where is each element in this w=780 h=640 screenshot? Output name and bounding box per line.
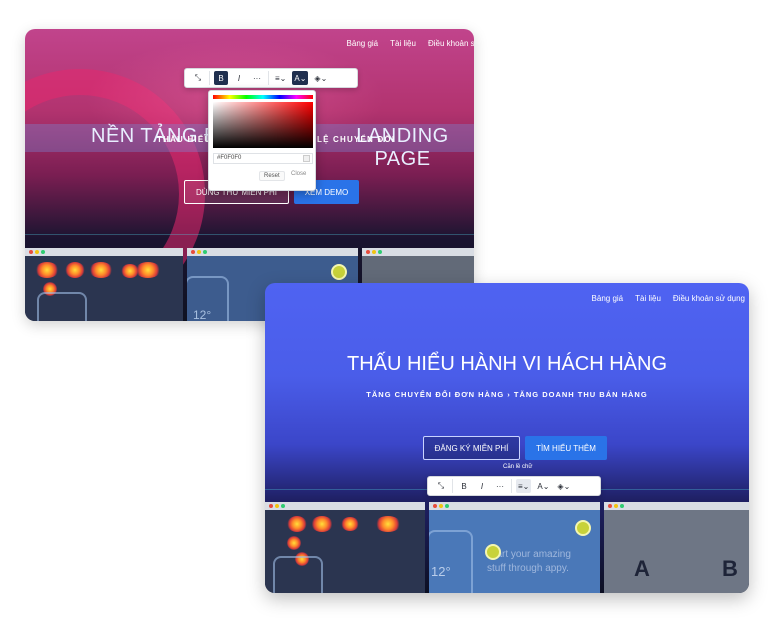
chevron-down-icon: ⌄: [320, 73, 328, 83]
chevron-down-icon: ⌄: [542, 481, 550, 491]
phone-outline: [37, 292, 87, 321]
hex-value: #F0F0F0: [217, 155, 242, 161]
fill-color-dropdown[interactable]: ◈ ⌄: [555, 479, 572, 493]
resize-icon[interactable]: ⤡: [434, 479, 448, 493]
signup-free-button[interactable]: ĐĂNG KÝ MIỄN PHÍ: [423, 436, 520, 460]
click-marker: [485, 544, 501, 560]
heat-spot: [135, 262, 161, 278]
heat-spot: [311, 516, 333, 532]
thumb-titlebar: [362, 248, 474, 256]
align-dropdown[interactable]: ≡ ⌄: [273, 71, 288, 85]
font-color-dropdown[interactable]: A ⌄: [535, 479, 551, 493]
more-button[interactable]: ···: [250, 71, 264, 85]
toolbar-separator: [268, 71, 269, 85]
heat-spot: [341, 517, 359, 531]
temperature-label: 12°: [193, 308, 212, 321]
thumb-titlebar: [265, 502, 425, 510]
close-button[interactable]: Close: [291, 171, 306, 177]
temperature-label: 12°: [431, 564, 451, 579]
italic-button[interactable]: I: [475, 479, 489, 493]
hero-title[interactable]: THẤU HIỂU HÀNH VI HÁCH HÀNG: [265, 353, 749, 376]
reset-button[interactable]: Reset: [259, 171, 285, 181]
mobile-thumbnail: 12° Start your amazing stuff through app…: [429, 502, 600, 593]
hero-title-right: LANDING PAGE: [356, 125, 449, 170]
variant-b-label: B: [722, 556, 738, 581]
fill-color-dropdown[interactable]: ◈ ⌄: [312, 71, 329, 85]
toolbar-separator: [511, 479, 512, 493]
hex-input[interactable]: #F0F0F0: [213, 153, 313, 164]
saturation-value-area[interactable]: [213, 102, 313, 148]
variant-a-label: A: [634, 556, 650, 581]
toolbar-separator: [209, 71, 210, 85]
thumb-titlebar: [25, 248, 183, 256]
toolbar-separator: [452, 479, 453, 493]
thumb-titlebar: [429, 502, 600, 510]
nav-link-terms[interactable]: Điều khoản sử: [428, 39, 474, 48]
nav-link-docs[interactable]: Tài liệu: [635, 294, 661, 303]
chevron-down-icon: ⌄: [299, 73, 307, 83]
align-dropdown[interactable]: ≡ ⌄: [516, 479, 532, 493]
nav-link-docs[interactable]: Tài liệu: [390, 39, 416, 48]
heat-spot: [35, 262, 59, 278]
nav-link-pricing[interactable]: Bảng giá: [592, 294, 624, 303]
back-format-toolbar: ⤡ B I ··· ≡ ⌄ A ⌄ ◈ ⌄: [184, 68, 358, 88]
learn-more-button[interactable]: TÌM HIỂU THÊM: [525, 436, 607, 460]
click-marker: [575, 520, 591, 536]
font-color-dropdown[interactable]: A ⌄: [292, 71, 309, 85]
heat-spot: [375, 516, 401, 532]
color-picker-popover: #F0F0F0 Reset Close: [208, 90, 316, 191]
nav-link-pricing[interactable]: Bảng giá: [347, 39, 379, 48]
color-swatch: [303, 155, 310, 162]
heatmap-thumbnail: [265, 502, 425, 593]
phone-outline: [273, 556, 323, 593]
click-marker: [331, 264, 347, 280]
chevron-down-icon: ⌄: [522, 481, 530, 491]
phone-outline: [429, 530, 473, 593]
chevron-down-icon: ⌄: [279, 73, 287, 83]
hue-slider[interactable]: [213, 95, 313, 99]
front-nav: Bảng giá Tài liệu Điều khoản sử dụng: [592, 294, 745, 303]
heat-spot: [89, 262, 113, 278]
heat-spot: [287, 516, 307, 532]
italic-button[interactable]: I: [232, 71, 246, 85]
divider: [25, 234, 474, 235]
thumb-titlebar: [187, 248, 358, 256]
more-button[interactable]: ···: [493, 479, 507, 493]
heat-spot: [287, 536, 301, 550]
heatmap-thumbnail: [25, 248, 183, 321]
align-tooltip: Căn lề chữ: [503, 464, 533, 470]
stage: Bảng giá Tài liệu Điều khoản sử NỀN TẢNG…: [0, 0, 780, 640]
nav-link-terms[interactable]: Điều khoản sử dụng: [673, 294, 745, 303]
bold-button[interactable]: B: [457, 479, 471, 493]
hero-subtitle-left: THẤU HIỂU: [157, 135, 212, 144]
thumb-caption-line: stuff through appy.: [487, 563, 569, 574]
resize-icon[interactable]: ⤡: [191, 71, 205, 85]
back-nav: Bảng giá Tài liệu Điều khoản sử: [347, 39, 474, 48]
heat-spot: [65, 262, 85, 278]
front-format-toolbar: ⤡ B I ··· ≡ ⌄ A ⌄ ◈ ⌄: [427, 476, 601, 496]
front-window: Bảng giá Tài liệu Điều khoản sử dụng THẤ…: [265, 283, 749, 593]
thumb-titlebar: [604, 502, 749, 510]
hero-subtitle-right: LỆ CHUYỂN ĐỔI: [317, 135, 396, 144]
bold-button[interactable]: B: [214, 71, 228, 85]
hero-subtitle: TĂNG CHUYỂN ĐỔI ĐƠN HÀNG › TĂNG DOANH TH…: [366, 390, 648, 399]
chevron-down-icon: ⌄: [563, 481, 571, 491]
ab-thumbnail: A B: [604, 502, 749, 593]
